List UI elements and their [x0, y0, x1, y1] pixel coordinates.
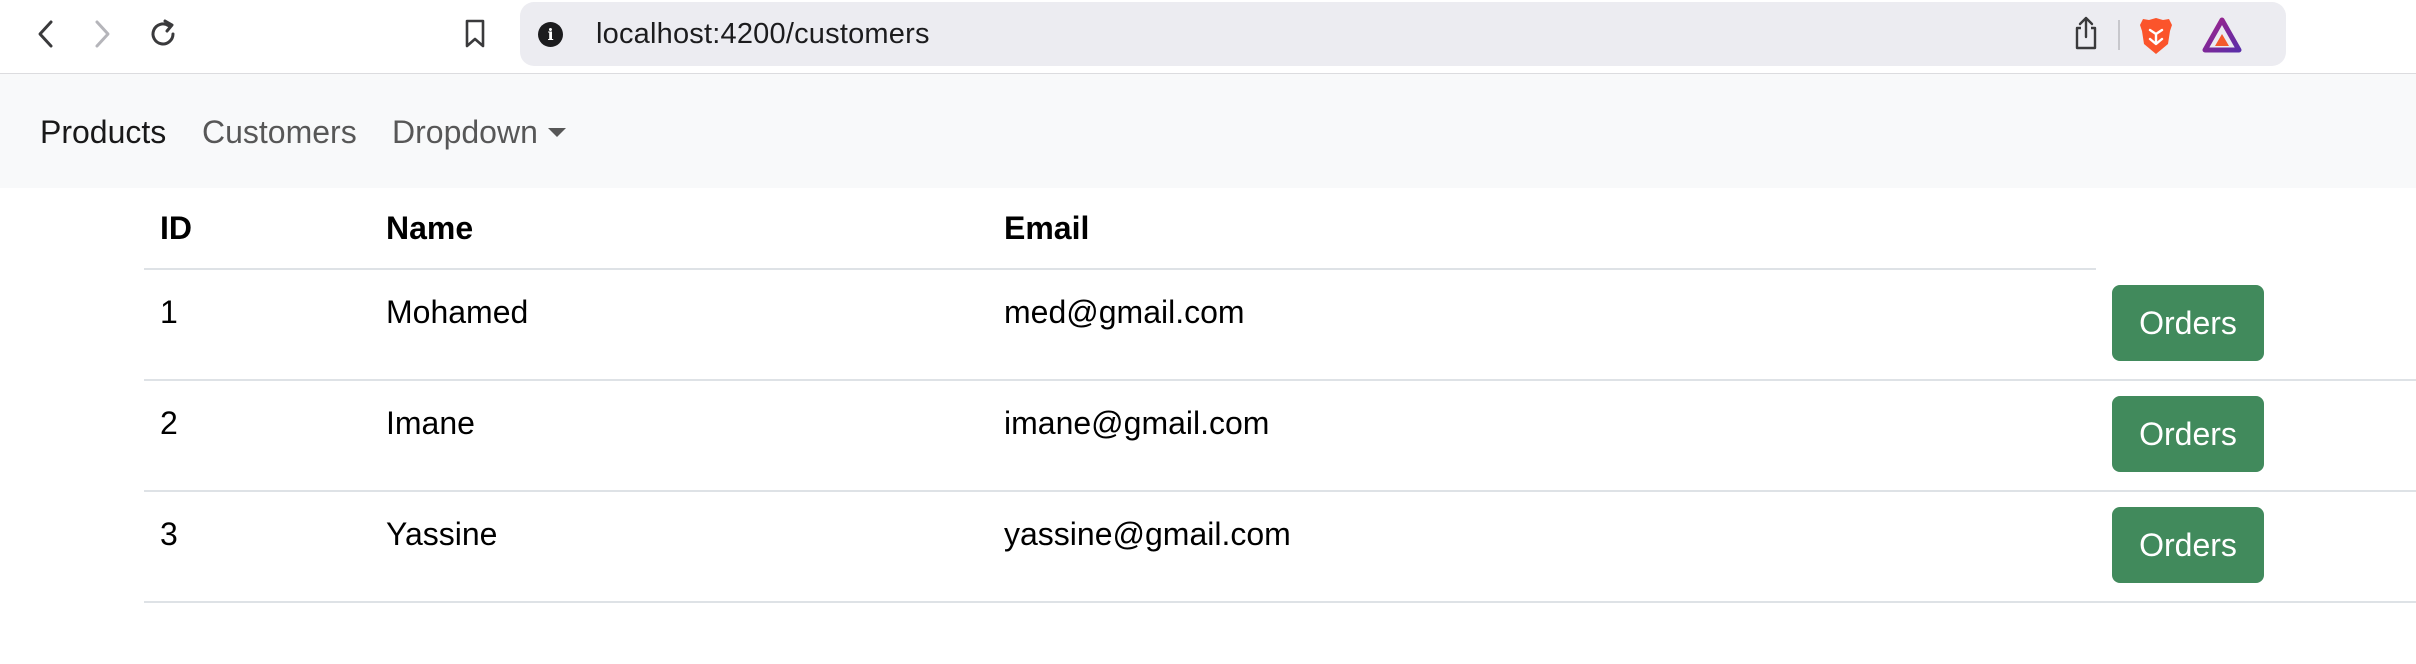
brave-shields-button[interactable]	[2136, 16, 2176, 56]
table-header: ID Name Email	[144, 188, 2096, 270]
table-row: 1 Mohamed med@gmail.com Orders	[144, 270, 2416, 381]
reload-icon	[146, 17, 180, 51]
cell-name: Mohamed	[386, 294, 529, 330]
url-text[interactable]: localhost:4200/customers	[596, 18, 930, 51]
cell-email: med@gmail.com	[1004, 294, 1245, 330]
toolbar-divider	[2118, 20, 2120, 50]
brave-rewards-button[interactable]	[2202, 16, 2242, 56]
orders-button[interactable]: Orders	[2112, 396, 2264, 472]
orders-button[interactable]: Orders	[2112, 507, 2264, 583]
cell-name: Yassine	[386, 516, 498, 552]
chevron-left-icon	[36, 19, 54, 49]
share-button[interactable]	[2068, 16, 2104, 54]
info-icon[interactable]: i	[538, 22, 563, 47]
nav-dropdown-toggle[interactable]: Dropdown	[392, 114, 566, 151]
chevron-right-icon	[94, 19, 112, 49]
brave-shields-icon	[2136, 18, 2176, 60]
nav-link-products[interactable]: Products	[40, 114, 166, 151]
orders-button[interactable]: Orders	[2112, 285, 2264, 361]
app-navbar: Products Customers Dropdown	[0, 74, 2416, 188]
header-email: Email	[1004, 210, 1090, 246]
header-id: ID	[160, 210, 192, 246]
cell-id: 1	[160, 294, 178, 330]
cell-id: 3	[160, 516, 178, 552]
cell-email: imane@gmail.com	[1004, 405, 1270, 441]
cell-email: yassine@gmail.com	[1004, 516, 1291, 552]
customers-table: ID Name Email 1 Mohamed med@gmail.com Or…	[144, 188, 2416, 603]
bookmark-icon	[463, 18, 487, 50]
header-name: Name	[386, 210, 474, 246]
forward-button[interactable]	[86, 14, 120, 54]
brave-rewards-icon	[2202, 17, 2242, 60]
share-icon	[2072, 15, 2100, 56]
reload-button[interactable]	[146, 14, 180, 54]
cell-id: 2	[160, 405, 178, 441]
back-button[interactable]	[28, 14, 62, 54]
caret-down-icon	[547, 128, 566, 137]
bookmark-button[interactable]	[458, 14, 492, 54]
table-row: 2 Imane imane@gmail.com Orders	[144, 381, 2416, 492]
cell-name: Imane	[386, 405, 475, 441]
nav-dropdown-label: Dropdown	[392, 114, 538, 150]
browser-toolbar: i localhost:4200/customers	[0, 0, 2416, 74]
address-bar[interactable]: i localhost:4200/customers	[520, 2, 2286, 66]
nav-link-customers[interactable]: Customers	[202, 114, 357, 151]
table-row: 3 Yassine yassine@gmail.com Orders	[144, 492, 2416, 603]
